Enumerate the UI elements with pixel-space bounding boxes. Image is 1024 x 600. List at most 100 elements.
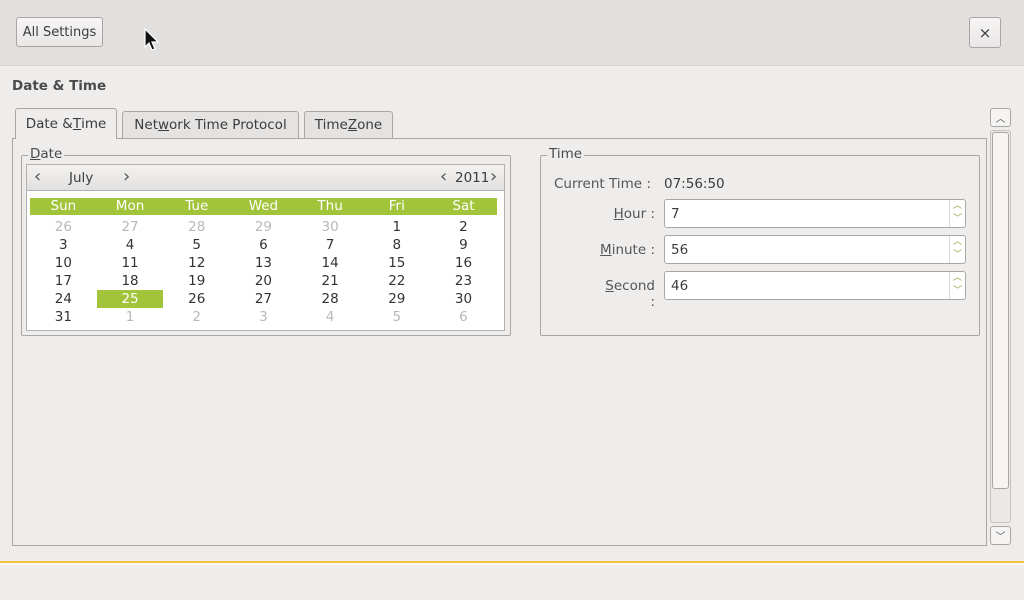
calendar-week-row: 24 25 26 27 28 29 30 bbox=[30, 290, 497, 308]
calendar-day[interactable]: 18 bbox=[97, 272, 164, 290]
calendar-day[interactable]: 1 bbox=[363, 218, 430, 236]
calendar-day-selected[interactable]: 25 bbox=[96, 290, 164, 308]
calendar-day[interactable]: 29 bbox=[363, 290, 430, 308]
chevron-left-icon[interactable]: ‹ bbox=[440, 167, 447, 187]
calendar-day[interactable]: 16 bbox=[430, 254, 497, 272]
calendar-day[interactable]: 28 bbox=[297, 290, 364, 308]
close-button[interactable]: × bbox=[969, 17, 1001, 48]
chevron-up-icon[interactable]: ︿ bbox=[953, 236, 962, 249]
weekday-label: Wed bbox=[248, 198, 279, 214]
calendar-day[interactable]: 20 bbox=[230, 272, 297, 290]
chevron-up-icon[interactable]: ︿ bbox=[953, 200, 962, 213]
calendar-day[interactable]: 14 bbox=[297, 254, 364, 272]
calendar-day[interactable]: 19 bbox=[163, 272, 230, 290]
calendar-day[interactable]: 17 bbox=[30, 272, 97, 290]
calendar-day[interactable]: 30 bbox=[430, 290, 497, 308]
weekday-label: Tue bbox=[185, 198, 209, 214]
calendar-day[interactable]: 27 bbox=[97, 218, 164, 236]
calendar-day[interactable]: 26 bbox=[163, 290, 230, 308]
weekday-label: Sat bbox=[452, 198, 475, 214]
calendar-day[interactable]: 31 bbox=[30, 308, 97, 326]
calendar-day[interactable]: 11 bbox=[97, 254, 164, 272]
calendar[interactable]: ‹ July › ‹ 2011 › Sun Mon Tue Wed Thu Fr… bbox=[26, 164, 505, 331]
calendar-day[interactable]: 23 bbox=[430, 272, 497, 290]
calendar-day[interactable]: 9 bbox=[430, 236, 497, 254]
calendar-week-row: 17 18 19 20 21 22 23 bbox=[30, 272, 497, 290]
chevron-down-icon[interactable]: ﹀ bbox=[953, 285, 962, 298]
scrollbar-trough[interactable] bbox=[990, 130, 1011, 523]
tab-date-time[interactable]: Date & Time bbox=[15, 108, 117, 139]
chevron-down-icon[interactable]: ﹀ bbox=[953, 249, 962, 262]
tab-panel: Date ‹ July › ‹ 2011 › Sun Mon Tue Wed T… bbox=[12, 138, 987, 546]
calendar-day[interactable]: 12 bbox=[163, 254, 230, 272]
calendar-day[interactable]: 5 bbox=[163, 236, 230, 254]
mouse-cursor-icon bbox=[144, 28, 160, 51]
calendar-day[interactable]: 1 bbox=[97, 308, 164, 326]
calendar-header: ‹ July › ‹ 2011 › bbox=[27, 165, 504, 191]
weekday-label: Thu bbox=[317, 198, 343, 214]
close-icon: × bbox=[978, 23, 992, 42]
calendar-day[interactable]: 2 bbox=[163, 308, 230, 326]
calendar-day[interactable]: 24 bbox=[30, 290, 97, 308]
weekday-label: Mon bbox=[115, 198, 145, 214]
second-value[interactable]: 46 bbox=[671, 278, 688, 294]
time-frame: Time Current Time : 07:56:50 Hour : 7 ︿ … bbox=[540, 146, 980, 336]
second-spinbutton[interactable]: 46 ︿ ﹀ bbox=[664, 271, 966, 300]
second-spin-arrows[interactable]: ︿ ﹀ bbox=[949, 272, 965, 299]
chevron-right-icon[interactable]: › bbox=[123, 167, 130, 187]
calendar-day[interactable]: 6 bbox=[430, 308, 497, 326]
calendar-day[interactable]: 6 bbox=[230, 236, 297, 254]
scroll-down-button[interactable]: ﹀ bbox=[990, 526, 1011, 545]
chevron-down-icon[interactable]: ﹀ bbox=[953, 213, 962, 226]
tab-network-time-protocol[interactable]: Net w ork Time Protocol bbox=[122, 111, 299, 138]
bottom-strip bbox=[0, 561, 1024, 565]
calendar-day[interactable]: 4 bbox=[97, 236, 164, 254]
calendar-day[interactable]: 15 bbox=[363, 254, 430, 272]
calendar-day[interactable]: 29 bbox=[230, 218, 297, 236]
chevron-left-icon[interactable]: ‹ bbox=[34, 167, 41, 187]
calendar-day[interactable]: 5 bbox=[363, 308, 430, 326]
chevron-right-icon[interactable]: › bbox=[490, 167, 497, 187]
calendar-day[interactable]: 4 bbox=[297, 308, 364, 326]
minute-value[interactable]: 56 bbox=[671, 242, 688, 258]
calendar-day[interactable]: 13 bbox=[230, 254, 297, 272]
minute-spin-arrows[interactable]: ︿ ﹀ bbox=[949, 236, 965, 263]
weekday-label: Fri bbox=[388, 198, 405, 214]
hour-spinbutton[interactable]: 7 ︿ ﹀ bbox=[664, 199, 966, 228]
scroll-up-button[interactable]: ︿ bbox=[990, 108, 1011, 127]
current-time-label: Current Time : bbox=[554, 176, 651, 192]
calendar-week-row: 3456789 bbox=[30, 236, 497, 254]
calendar-day[interactable]: 30 bbox=[297, 218, 364, 236]
calendar-day[interactable]: 8 bbox=[363, 236, 430, 254]
scrollbar-thumb[interactable] bbox=[992, 132, 1009, 489]
day-grid: 26 27 28 29 30 1 2 3 4 5 6 7 8 9 10 11 12 13 14 15 16 17 18 19 2… bbox=[30, 218, 497, 326]
calendar-day[interactable]: 26 bbox=[30, 218, 97, 236]
time-frame-label: Time bbox=[547, 146, 585, 162]
calendar-day[interactable]: 10 bbox=[30, 254, 97, 272]
page-title: Date & Time bbox=[12, 78, 107, 94]
hour-label: Hour : bbox=[613, 206, 655, 222]
all-settings-button[interactable]: All Settings bbox=[16, 17, 103, 47]
minute-spinbutton[interactable]: 56 ︿ ﹀ bbox=[664, 235, 966, 264]
date-frame: Date ‹ July › ‹ 2011 › Sun Mon Tue Wed T… bbox=[21, 146, 511, 336]
toolbar: All Settings × bbox=[0, 0, 1024, 66]
vertical-scrollbar[interactable]: ︿ ﹀ bbox=[990, 108, 1011, 546]
chevron-down-icon: ﹀ bbox=[995, 532, 1006, 543]
calendar-day[interactable]: 2 bbox=[430, 218, 497, 236]
hour-value[interactable]: 7 bbox=[671, 206, 680, 222]
hour-spin-arrows[interactable]: ︿ ﹀ bbox=[949, 200, 965, 227]
year-label: 2011 bbox=[455, 170, 490, 186]
calendar-day[interactable]: 3 bbox=[230, 308, 297, 326]
calendar-week-row: 26 27 28 29 30 1 2 bbox=[30, 218, 497, 236]
calendar-day[interactable]: 22 bbox=[363, 272, 430, 290]
calendar-day[interactable]: 7 bbox=[297, 236, 364, 254]
weekday-label: Sun bbox=[50, 198, 77, 214]
chevron-up-icon[interactable]: ︿ bbox=[953, 272, 962, 285]
minute-label: Minute : bbox=[600, 242, 655, 258]
calendar-week-row: 10 11 12 13 14 15 16 bbox=[30, 254, 497, 272]
calendar-day[interactable]: 28 bbox=[163, 218, 230, 236]
calendar-day[interactable]: 27 bbox=[230, 290, 297, 308]
calendar-day[interactable]: 3 bbox=[30, 236, 97, 254]
tab-time-zone[interactable]: Time Zone bbox=[304, 111, 393, 138]
calendar-day[interactable]: 21 bbox=[297, 272, 364, 290]
